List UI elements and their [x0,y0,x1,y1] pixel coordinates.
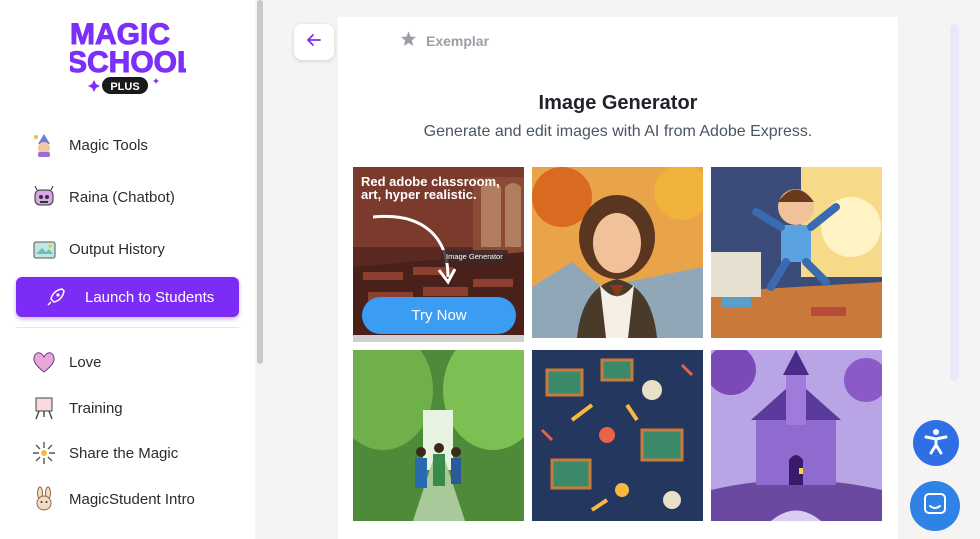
page-subtitle: Generate and edit images with AI from Ad… [423,123,813,140]
sidebar-item-label: Raina (Chatbot) [69,188,175,206]
arrow-left-icon [305,31,323,54]
bunny-icon [30,485,58,513]
sidebar-item-training[interactable]: Training [30,390,123,426]
sidebar: MAGIC SCHOOL PLUS Magic Tools Raina (Cha… [0,0,255,539]
chatbot-icon [30,183,58,211]
gallery-image-boy-jumping[interactable] [711,167,882,338]
svg-text:PLUS: PLUS [110,81,139,93]
history-icon [30,235,58,263]
sidebar-item-label: Launch to Students [85,288,215,306]
sidebar-item-label: Training [69,399,123,417]
easel-icon [30,394,58,422]
sidebar-item-chatbot[interactable]: Raina (Chatbot) [30,179,175,215]
promo-tag: Image Generator [441,250,508,263]
exemplar-label: Exemplar [426,32,490,49]
sidebar-item-label: Output History [69,240,165,258]
main-scrollbar[interactable] [950,24,959,381]
sidebar-item-label: MagicStudent Intro [69,490,195,508]
rocket-icon [42,287,70,307]
sidebar-item-launch-to-students[interactable]: Launch to Students [16,277,239,317]
magic-school-logo[interactable]: MAGIC SCHOOL PLUS [67,16,196,96]
heart-icon [30,348,58,376]
chat-icon [922,491,948,522]
promo-prompt-text: Red adobe classroom, art, hyper realisti… [361,174,500,202]
gallery-image-students-path[interactable] [353,350,524,521]
sidebar-scrollbar[interactable] [257,0,263,364]
tool-card: Exemplar Image Generator Generate and ed… [338,17,898,539]
page-title: Image Generator [538,92,698,114]
promo-tile: Red adobe classroom, art, hyper realisti… [353,167,524,342]
magic-tools-icon [30,131,58,159]
sidebar-item-magic-tools[interactable]: Magic Tools [30,127,148,163]
sidebar-item-magicstudent-intro[interactable]: MagicStudent Intro [30,481,195,517]
gallery-image-school-pattern[interactable] [532,350,703,521]
sparkle-icon [30,439,58,467]
svg-text:SCHOOL: SCHOOL [70,46,186,79]
sidebar-divider [16,327,239,328]
sidebar-item-share-the-magic[interactable]: Share the Magic [30,435,178,471]
try-now-button[interactable]: Try Now [362,297,516,334]
chat-widget-button[interactable] [910,481,960,531]
exemplar-badge[interactable]: Exemplar [400,31,489,50]
gallery-image-woman-portrait[interactable] [532,167,703,338]
sidebar-item-label: Share the Magic [69,444,179,462]
star-icon [400,31,417,50]
sidebar-item-output-history[interactable]: Output History [30,231,165,267]
sidebar-item-label: Love [69,353,102,371]
sidebar-item-love[interactable]: Love [30,344,102,380]
back-button[interactable] [294,24,334,60]
accessibility-icon [921,426,951,461]
accessibility-button[interactable] [913,420,959,466]
sidebar-item-label: Magic Tools [69,136,148,154]
gallery-image-purple-castle[interactable] [711,350,882,521]
